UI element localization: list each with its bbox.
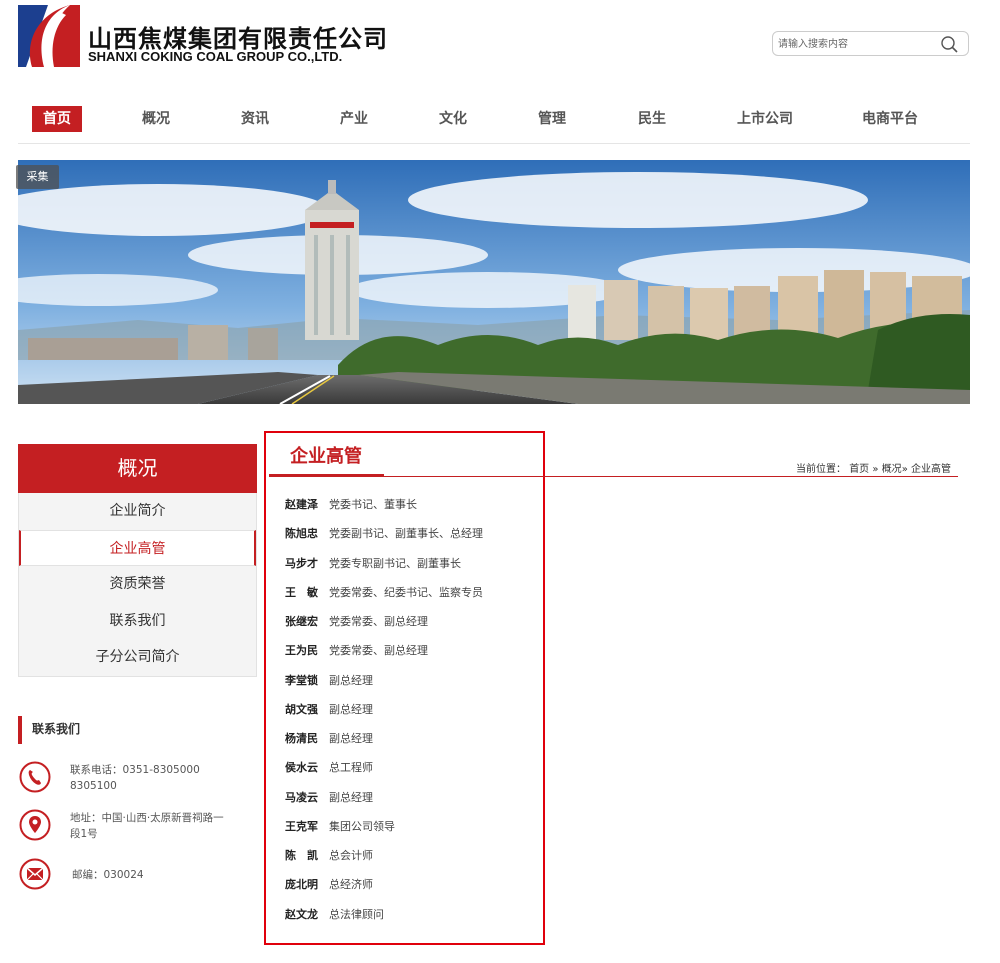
executive-name: 庞北明 <box>285 878 318 892</box>
list-item: 杨清民 副总经理 <box>285 724 540 753</box>
list-item: 庞北明 总经济师 <box>285 870 540 899</box>
location-icon <box>19 809 51 841</box>
executive-role: 副总经理 <box>329 673 373 687</box>
executive-name: 陈旭忠 <box>285 527 318 541</box>
mail-icon <box>19 858 51 890</box>
list-item: 王为民 党委常委、副总经理 <box>285 636 540 665</box>
executive-name: 王 敏 <box>285 585 318 599</box>
list-item: 李堂锁 副总经理 <box>285 666 540 695</box>
executive-role: 副总经理 <box>329 790 373 804</box>
nav-item-ecommerce[interactable]: 电商平台 <box>862 106 918 132</box>
logo-mark-icon <box>18 5 80 67</box>
breadcrumb-separator: » <box>872 464 879 475</box>
list-item: 胡文强 副总经理 <box>285 695 540 724</box>
title-divider <box>384 476 958 477</box>
executive-name: 陈 凯 <box>285 849 318 862</box>
contact-address: 地址：中国·山西·太原新晋祠路一 段1号 <box>70 810 224 842</box>
city-skyline-image <box>18 160 970 404</box>
executive-role: 党委常委、副总经理 <box>329 644 428 658</box>
phone-icon <box>19 761 51 793</box>
contact-phone-line1: 联系电话：0351-8305000 <box>70 764 200 776</box>
executive-name: 赵建泽 <box>285 498 318 511</box>
list-item: 王 敏党委常委、纪委书记、监察专员 <box>285 578 540 607</box>
list-item: 马步才 党委专职副书记、副董事长 <box>285 549 540 578</box>
breadcrumb-overview[interactable]: 概况 <box>882 464 902 475</box>
nav-item-culture[interactable]: 文化 <box>439 106 467 132</box>
contact-address-line2: 段1号 <box>70 828 98 840</box>
search-box <box>772 31 969 56</box>
executive-role: 党委常委、副总经理 <box>329 615 428 628</box>
nav-item-management[interactable]: 管理 <box>538 106 566 132</box>
sidebar-item-executives[interactable]: 企业高管 <box>19 529 256 567</box>
nav-item-overview[interactable]: 概况 <box>142 106 170 132</box>
executive-name: 马凌云 <box>285 790 318 804</box>
banner-tag: 采集 <box>16 165 59 189</box>
executive-name: 赵文龙 <box>285 907 318 921</box>
sidebar-item-contact[interactable]: 联系我们 <box>19 603 256 640</box>
breadcrumb-separator: » <box>901 464 908 475</box>
nav-item-listed-company[interactable]: 上市公司 <box>737 106 793 132</box>
executive-role: 党委书记、董事长 <box>329 498 417 511</box>
contact-title: 联系我们 <box>18 716 80 744</box>
executive-name: 侯水云 <box>285 761 318 775</box>
nav-item-livelihood[interactable]: 民生 <box>638 106 666 132</box>
executive-role: 党委专职副书记、副董事长 <box>329 556 461 570</box>
list-item: 马凌云 副总经理 <box>285 783 540 812</box>
breadcrumb-home[interactable]: 首页 <box>849 464 869 475</box>
nav-item-industry[interactable]: 产业 <box>340 106 368 132</box>
contact-phone-line2: 8305100 <box>70 780 117 792</box>
executive-name: 王克军 <box>285 819 318 833</box>
breadcrumb-prefix: 当前位置： <box>796 464 846 475</box>
executive-name: 李堂锁 <box>285 673 318 687</box>
contact-phone: 联系电话：0351-8305000 8305100 <box>70 762 200 794</box>
executive-role: 党委副书记、副董事长、总经理 <box>329 527 483 541</box>
breadcrumb: 当前位置： 首页 » 概况» 企业高管 <box>796 460 951 475</box>
list-item: 王克军 集团公司领导 <box>285 812 540 841</box>
executive-role: 党委常委、纪委书记、监察专员 <box>329 585 483 599</box>
nav-item-news[interactable]: 资讯 <box>241 106 269 132</box>
contact-address-line1: 地址：中国·山西·太原新晋祠路一 <box>70 812 224 824</box>
contact-postcode: 邮编：030024 <box>72 869 144 881</box>
executive-name: 马步才 <box>285 556 318 570</box>
executive-role: 总工程师 <box>329 761 373 775</box>
executive-name: 胡文强 <box>285 702 318 716</box>
executive-role: 总会计师 <box>329 849 373 862</box>
search-icon[interactable] <box>940 35 960 53</box>
banner-image <box>18 160 970 404</box>
list-item: 侯水云 总工程师 <box>285 753 540 782</box>
search-input[interactable] <box>778 35 933 53</box>
company-name-en: SHANXI COKING COAL GROUP CO.,LTD. <box>88 49 343 64</box>
executive-name: 杨清民 <box>285 732 318 745</box>
company-logo[interactable]: 山西焦煤集团有限责任公司 SHANXI COKING COAL GROUP CO… <box>18 5 387 67</box>
list-item: 赵文龙 总法律顾问 <box>285 900 540 929</box>
breadcrumb-current[interactable]: 企业高管 <box>911 464 951 475</box>
sidebar-title: 概况 <box>18 444 257 493</box>
page-title: 企业高管 <box>269 443 384 477</box>
main-nav: 首页 概况 资讯 产业 文化 管理 民生 上市公司 电商平台 <box>18 100 970 144</box>
executive-role: 总法律顾问 <box>329 907 384 921</box>
sidebar-item-honors[interactable]: 资质荣誉 <box>19 566 256 603</box>
list-item: 赵建泽 党委书记、董事长 <box>285 490 540 519</box>
executive-role: 集团公司领导 <box>329 819 395 833</box>
executive-role: 副总经理 <box>329 732 373 745</box>
sidebar-item-subsidiaries[interactable]: 子分公司简介 <box>19 639 256 676</box>
executive-role: 总经济师 <box>329 878 373 892</box>
sidebar-item-company-profile[interactable]: 企业简介 <box>19 493 256 530</box>
executive-role: 副总经理 <box>329 702 373 716</box>
list-item: 张继宏 党委常委、副总经理 <box>285 607 540 636</box>
list-item: 陈旭忠 党委副书记、副董事长、总经理 <box>285 519 540 548</box>
executive-name: 张继宏 <box>285 615 318 628</box>
executive-list: 赵建泽 党委书记、董事长 陈旭忠 党委副书记、副董事长、总经理 马步才 党委专职副书记… <box>285 490 540 929</box>
sidebar-menu: 企业简介 企业高管 资质荣誉 联系我们 子分公司简介 <box>18 493 257 677</box>
executive-name: 王为民 <box>285 644 318 658</box>
nav-item-home[interactable]: 首页 <box>32 106 82 132</box>
list-item: 陈 凯总会计师 <box>285 841 540 870</box>
